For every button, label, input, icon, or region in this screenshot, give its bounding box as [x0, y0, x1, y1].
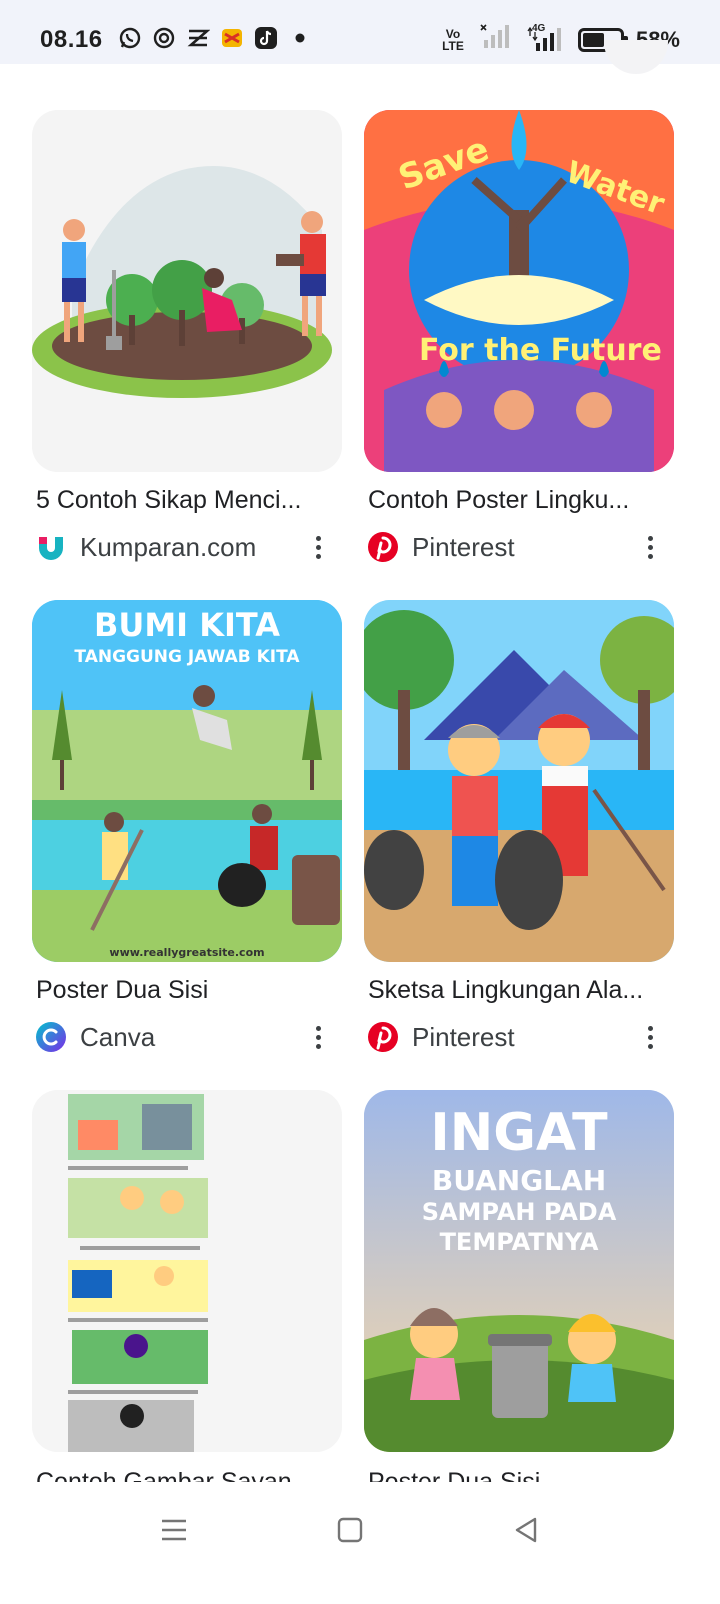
kumparan-icon [36, 532, 66, 562]
result-card[interactable]: Sketsa Lingkungan Ala... Pinterest [364, 600, 674, 1052]
illustration-people-planting-trees [32, 110, 342, 472]
volte-label: Vo LTE [442, 26, 464, 53]
home-square-icon[interactable] [330, 1510, 370, 1550]
more-options-button[interactable] [640, 1022, 660, 1052]
result-card[interactable]: Contoh Gambar Sayan... [32, 1090, 342, 1484]
result-thumbnail[interactable] [32, 110, 342, 472]
source-name: Canva [80, 1021, 156, 1052]
result-thumbnail[interactable]: BUMI KITA TANGGUNG JAWAB KITA www.really… [32, 600, 342, 962]
source-name: Kumparan.com [80, 531, 257, 562]
notification-dot-icon [288, 26, 312, 50]
poster-line-3: TEMPATNYA [440, 1228, 599, 1256]
scroll-to-top-button-partial[interactable] [604, 40, 668, 74]
more-options-button[interactable] [640, 532, 660, 562]
tiktok-icon [254, 26, 278, 50]
result-card[interactable]: INGAT BUANGLAH SAMPAH PADA TEMPATNYA Pos… [364, 1090, 674, 1484]
result-card[interactable]: BUMI KITA TANGGUNG JAWAB KITA www.really… [32, 600, 342, 1052]
result-source[interactable]: Pinterest [368, 1020, 674, 1054]
result-source[interactable]: Canva [36, 1020, 342, 1054]
svg-text:For the Future: For the Future [419, 333, 662, 368]
signal-app-icon [152, 26, 176, 50]
poster-save-water: Save Water For the Future [364, 110, 674, 472]
result-thumbnail[interactable] [364, 600, 674, 962]
result-title[interactable]: 5 Contoh Sikap Menci... [36, 486, 342, 515]
menu-lines-icon[interactable] [154, 1510, 194, 1550]
document-environment-examples [32, 1090, 342, 1452]
source-name: Pinterest [412, 531, 515, 562]
result-source[interactable]: Kumparan.com [36, 530, 342, 564]
poster-url: www.reallygreatsite.com [109, 946, 264, 959]
poster-bumi-kita: BUMI KITA TANGGUNG JAWAB KITA www.really… [32, 600, 342, 962]
poster-ingat-buang-sampah: INGAT BUANGLAH SAMPAH PADA TEMPATNYA [364, 1090, 674, 1452]
pinterest-icon [368, 1022, 398, 1052]
signal-sim1-icon [480, 24, 514, 55]
result-thumbnail[interactable] [32, 1090, 342, 1452]
capcut-icon [186, 26, 210, 50]
poster-headline: BUMI KITA [94, 606, 280, 644]
sketch-kids-cleaning-river [364, 600, 674, 962]
result-title[interactable]: Sketsa Lingkungan Ala... [368, 976, 674, 1005]
poster-line-2: SAMPAH PADA [422, 1198, 617, 1226]
battery-level [582, 32, 604, 47]
source-name: Pinterest [412, 1021, 515, 1052]
poster-line-1: BUANGLAH [432, 1164, 606, 1197]
whatsapp-icon [118, 26, 142, 50]
poster-headline: INGAT [430, 1103, 608, 1163]
result-card[interactable]: 5 Contoh Sikap Menci... Kumparan.com [32, 110, 342, 562]
back-triangle-icon[interactable] [506, 1510, 546, 1550]
more-options-button[interactable] [308, 532, 328, 562]
result-thumbnail[interactable]: Save Water For the Future [364, 110, 674, 472]
canva-icon [36, 1022, 66, 1052]
more-options-button[interactable] [308, 1022, 328, 1052]
signal-sim2-icon: 4G [526, 23, 566, 53]
result-thumbnail[interactable]: INGAT BUANGLAH SAMPAH PADA TEMPATNYA [364, 1090, 674, 1452]
result-source[interactable]: Pinterest [368, 530, 674, 564]
notification-icons [118, 26, 312, 50]
game-app-icon [220, 26, 244, 50]
navigation-bar [0, 1482, 720, 1604]
result-title[interactable]: Poster Dua Sisi [36, 976, 342, 1005]
status-time: 08.16 [40, 26, 103, 53]
result-title[interactable]: Contoh Poster Lingku... [368, 486, 674, 515]
poster-subheadline: TANGGUNG JAWAB KITA [74, 647, 300, 667]
pinterest-icon [368, 532, 398, 562]
result-card[interactable]: Save Water For the Future Contoh Poster … [364, 110, 674, 562]
